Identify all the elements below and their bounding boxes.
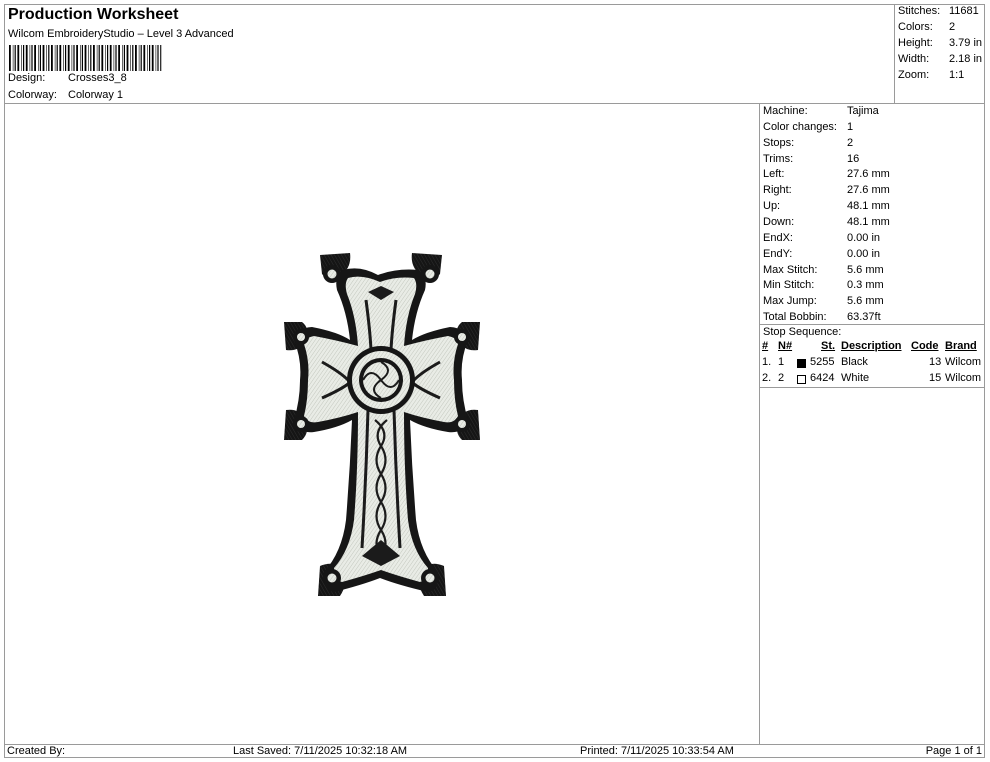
last-saved: Last Saved: 7/11/2025 10:32:18 AM: [233, 745, 408, 757]
stitch-count: 6424: [810, 372, 835, 384]
info-value: 5.6 mm: [847, 263, 884, 276]
created-by: Created By:: [7, 745, 66, 757]
color-swatch: [797, 359, 806, 368]
summary-value: 2: [949, 21, 956, 33]
worksheet-footer: Created By: Last Saved: 7/11/2025 10:32:…: [4, 744, 985, 758]
column-header: Description: [841, 340, 902, 352]
row-index: 2.: [762, 372, 772, 384]
info-value: 27.6 mm: [847, 184, 890, 197]
colorway-value: Colorway 1: [68, 89, 124, 101]
info-value: 0.3 mm: [847, 279, 884, 292]
summary-label: Height:: [898, 37, 933, 49]
column-header: #: [762, 340, 769, 352]
page-title: Production Worksheet: [8, 6, 179, 23]
info-value: 1: [847, 120, 854, 133]
info-label: Stops:: [763, 136, 795, 149]
row-index: 1.: [762, 356, 772, 368]
info-value: 0.00 in: [847, 231, 881, 244]
stitch-count: 5255: [810, 356, 835, 368]
info-value: 2: [847, 136, 854, 149]
needle-number: 1: [778, 356, 785, 368]
info-label: Up:: [763, 200, 781, 213]
summary-value: 2.18 in: [949, 53, 983, 65]
info-value: 48.1 mm: [847, 200, 890, 213]
thread-description: Black: [841, 356, 868, 368]
needle-number: 2: [778, 372, 785, 384]
info-label: Right:: [763, 184, 792, 197]
info-label: Trims:: [763, 152, 794, 165]
info-value: Tajima: [847, 105, 879, 117]
summary-value: 3.79 in: [949, 37, 983, 49]
info-label: EndX:: [763, 231, 793, 244]
info-value: 0.00 in: [847, 247, 881, 260]
thread-code: 13: [929, 356, 942, 368]
printed-date: Printed: 7/11/2025 10:33:54 AM: [580, 745, 734, 757]
table-row: 1. 1 5255 Black 13 Wilcom: [762, 356, 984, 372]
info-label: Down:: [763, 215, 795, 228]
column-header: N#: [778, 340, 793, 352]
design-preview: [4, 104, 759, 744]
info-label: EndY:: [763, 247, 793, 260]
barcode: [9, 45, 162, 71]
info-value: 48.1 mm: [847, 215, 890, 228]
design-label: Design:: [8, 72, 46, 84]
design-summary: Stitches: 11681 Colors: 2 Height: 3.79 i…: [895, 4, 985, 104]
info-label: Color changes:: [763, 120, 837, 133]
thread-brand: Wilcom: [945, 372, 982, 384]
summary-value: 11681: [949, 5, 979, 17]
info-label: Left:: [763, 168, 785, 181]
thread-brand: Wilcom: [945, 356, 982, 368]
worksheet-header: Production Worksheet Wilcom EmbroiderySt…: [4, 4, 895, 104]
thread-code: 15: [929, 372, 942, 384]
software-name: Wilcom EmbroideryStudio – Level 3 Advanc…: [8, 28, 234, 40]
info-value: 16: [847, 152, 860, 165]
info-label: Total Bobbin:: [763, 311, 827, 324]
summary-label: Colors:: [898, 21, 933, 33]
info-value: 5.6 mm: [847, 295, 884, 308]
info-label: Max Jump:: [763, 295, 817, 308]
table-row: 2. 2 6424 White 15 Wilcom: [762, 372, 984, 388]
table-header: # N# St. Description Code Brand: [762, 340, 984, 356]
color-swatch: [797, 375, 806, 384]
column-header: Brand: [945, 340, 977, 352]
colorway-label: Colorway:: [8, 89, 57, 101]
info-label: Max Stitch:: [763, 263, 818, 276]
thread-description: White: [841, 372, 870, 384]
page-number: Page 1 of 1: [925, 745, 982, 757]
info-value: 63.37ft: [847, 311, 881, 324]
cross-design-image: [284, 253, 480, 596]
summary-value: 1:1: [949, 69, 965, 81]
summary-label: Zoom:: [898, 69, 930, 81]
info-label: Machine:: [763, 105, 808, 117]
info-value: 27.6 mm: [847, 168, 890, 181]
summary-label: Stitches:: [898, 5, 941, 17]
stop-sequence-table: # N# St. Description Code Brand 1. 1 5255 B…: [762, 340, 984, 388]
design-value: Crosses3_8: [68, 72, 127, 84]
column-header: Code: [911, 340, 939, 352]
machine-info-panel: Machine: Tajima Color changes: 1 Stops: 2 Trim…: [759, 104, 985, 744]
column-header: St.: [821, 340, 836, 352]
summary-label: Width:: [898, 53, 930, 65]
info-label: Min Stitch:: [763, 279, 815, 292]
